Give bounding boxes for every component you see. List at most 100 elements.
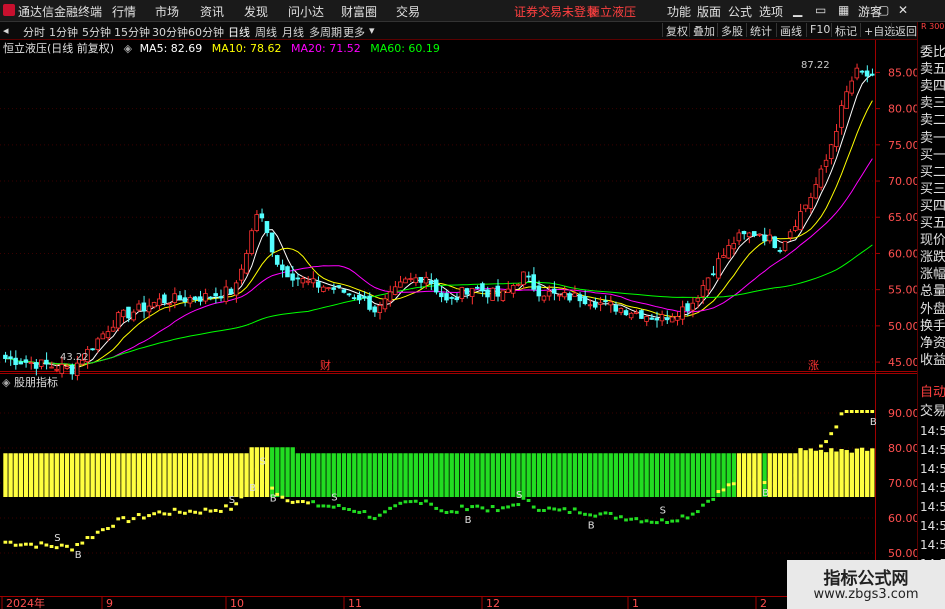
signal-mark (372, 517, 377, 521)
candle-body (264, 221, 270, 233)
watermark: 指标公式网 www.zbgs3.com (787, 560, 945, 609)
menu-news[interactable]: 资讯 (200, 3, 224, 20)
ma5-label: MA5: 82.69 (139, 42, 203, 55)
restore-icon[interactable]: ▭ (815, 3, 826, 17)
tab-monthly[interactable]: 月线 (282, 24, 304, 40)
menu-trade[interactable]: 交易 (396, 3, 420, 20)
tab-5min[interactable]: 5分钟 (82, 24, 111, 40)
signal-mark (418, 502, 423, 506)
tab-30min[interactable]: 30分钟 (152, 24, 188, 40)
tab-daily[interactable]: 日线 (228, 24, 250, 40)
candle-body (192, 296, 198, 301)
candle-body (377, 305, 383, 313)
candle-body (787, 231, 793, 239)
signal-mark (695, 510, 700, 514)
draw-button[interactable]: 画线 (776, 23, 802, 38)
candle-body (628, 312, 634, 319)
collapse-icon[interactable]: ◂ (3, 24, 9, 37)
signal-mark (121, 516, 126, 520)
adjust-button[interactable]: 复权 (662, 23, 688, 38)
signal-mark (331, 505, 336, 509)
overlay-button[interactable]: 叠加 (689, 23, 715, 38)
ma-settings-icon[interactable]: ◈ (124, 42, 132, 55)
side-lower-item: 自动 (920, 385, 945, 400)
indicator-bar (234, 453, 239, 497)
indicator-bar (690, 453, 695, 497)
signal-mark (813, 452, 818, 456)
sell-signal-label: S (259, 456, 265, 467)
candle-body (839, 105, 844, 128)
stock-name-title: 恒立液压 (588, 5, 637, 19)
kline-chart[interactable]: 85.00 80.00 75.00 70.00 65.00 60.00 55.00 50.00… (0, 40, 917, 609)
menu-options[interactable]: 选项 (759, 3, 783, 20)
candle-body (675, 316, 680, 321)
tab-multi-period[interactable]: 多周期 (309, 24, 342, 40)
more-chevron-icon[interactable]: ▾ (369, 24, 375, 37)
signal-mark (65, 544, 69, 548)
price-tick-label: 65.00 (888, 211, 917, 224)
date-label: 9 (106, 597, 113, 609)
side-top-number: R 300 (921, 22, 945, 31)
signal-mark (685, 516, 690, 520)
buy-signal-label: B (762, 488, 769, 499)
indicator-settings-icon[interactable]: ◈ (2, 376, 10, 389)
minimize-icon[interactable]: ▁ (793, 3, 802, 17)
mark-button[interactable]: 标记 (831, 23, 857, 38)
statistics-button[interactable]: 统计 (746, 23, 772, 38)
sell-signal-label: S (660, 505, 666, 516)
indicator-bar (295, 453, 301, 497)
window-restore-icon[interactable]: ▢ (878, 3, 889, 17)
grid-icon[interactable]: ▦ (838, 3, 849, 17)
candle-body (798, 211, 803, 231)
candle-body (198, 296, 203, 302)
signal-mark (583, 512, 587, 516)
menu-formula[interactable]: 公式 (728, 3, 752, 20)
menu-wealth[interactable]: 财富圈 (341, 3, 377, 20)
menu-market[interactable]: 市场 (155, 3, 179, 20)
indicator-bar (849, 452, 854, 497)
indicator-bar (434, 453, 439, 497)
indicator-bar (813, 450, 819, 497)
indicator-bar (228, 453, 234, 497)
tab-weekly[interactable]: 周线 (255, 24, 277, 40)
menu-xiaoda[interactable]: 问小达 (288, 3, 324, 20)
buy-signal-label: B (465, 515, 472, 526)
multi-stock-button[interactable]: 多股 (717, 23, 743, 38)
add-watchlist-button[interactable]: +自选 (860, 23, 895, 38)
tab-more[interactable]: 更多 (343, 24, 365, 40)
f10-button[interactable]: F10 (806, 23, 830, 37)
tab-60min[interactable]: 60分钟 (188, 24, 224, 40)
menu-discover[interactable]: 发现 (244, 3, 268, 20)
signal-mark (224, 504, 228, 508)
event-marker: 涨 (808, 359, 819, 372)
candle-body (444, 293, 449, 301)
candle-body (305, 280, 311, 283)
indicator-bar (700, 453, 706, 497)
indicator-bar (459, 453, 465, 497)
signal-mark (270, 486, 274, 490)
signal-mark (316, 504, 321, 508)
candle-body (423, 276, 429, 284)
candle-body (746, 232, 752, 238)
indicator-bar (100, 453, 106, 497)
menu-layout[interactable]: 版面 (697, 3, 721, 20)
indicator-bar (736, 453, 742, 497)
menu-function[interactable]: 功能 (667, 3, 691, 20)
side-lower-item: 14:56 (920, 462, 945, 476)
candle-body (705, 277, 711, 291)
trade-login-notice[interactable]: 证券交易未登录 (514, 3, 598, 20)
menu-quotes[interactable]: 行情 (112, 3, 136, 20)
indicator-bar (480, 453, 485, 497)
signal-mark (624, 518, 628, 522)
indicator-bar (598, 453, 603, 497)
signal-mark (244, 487, 249, 491)
tab-15min[interactable]: 15分钟 (114, 24, 150, 40)
tab-1min[interactable]: 1分钟 (49, 24, 78, 40)
price-tick-label: 60.00 (888, 247, 917, 260)
indicator-bar (639, 453, 644, 497)
candles (3, 63, 875, 381)
tab-intraday[interactable]: 分时 (23, 24, 45, 40)
close-icon[interactable]: ✕ (898, 3, 908, 17)
indicator-bar (470, 453, 475, 497)
back-button[interactable]: 返回 (891, 23, 917, 38)
